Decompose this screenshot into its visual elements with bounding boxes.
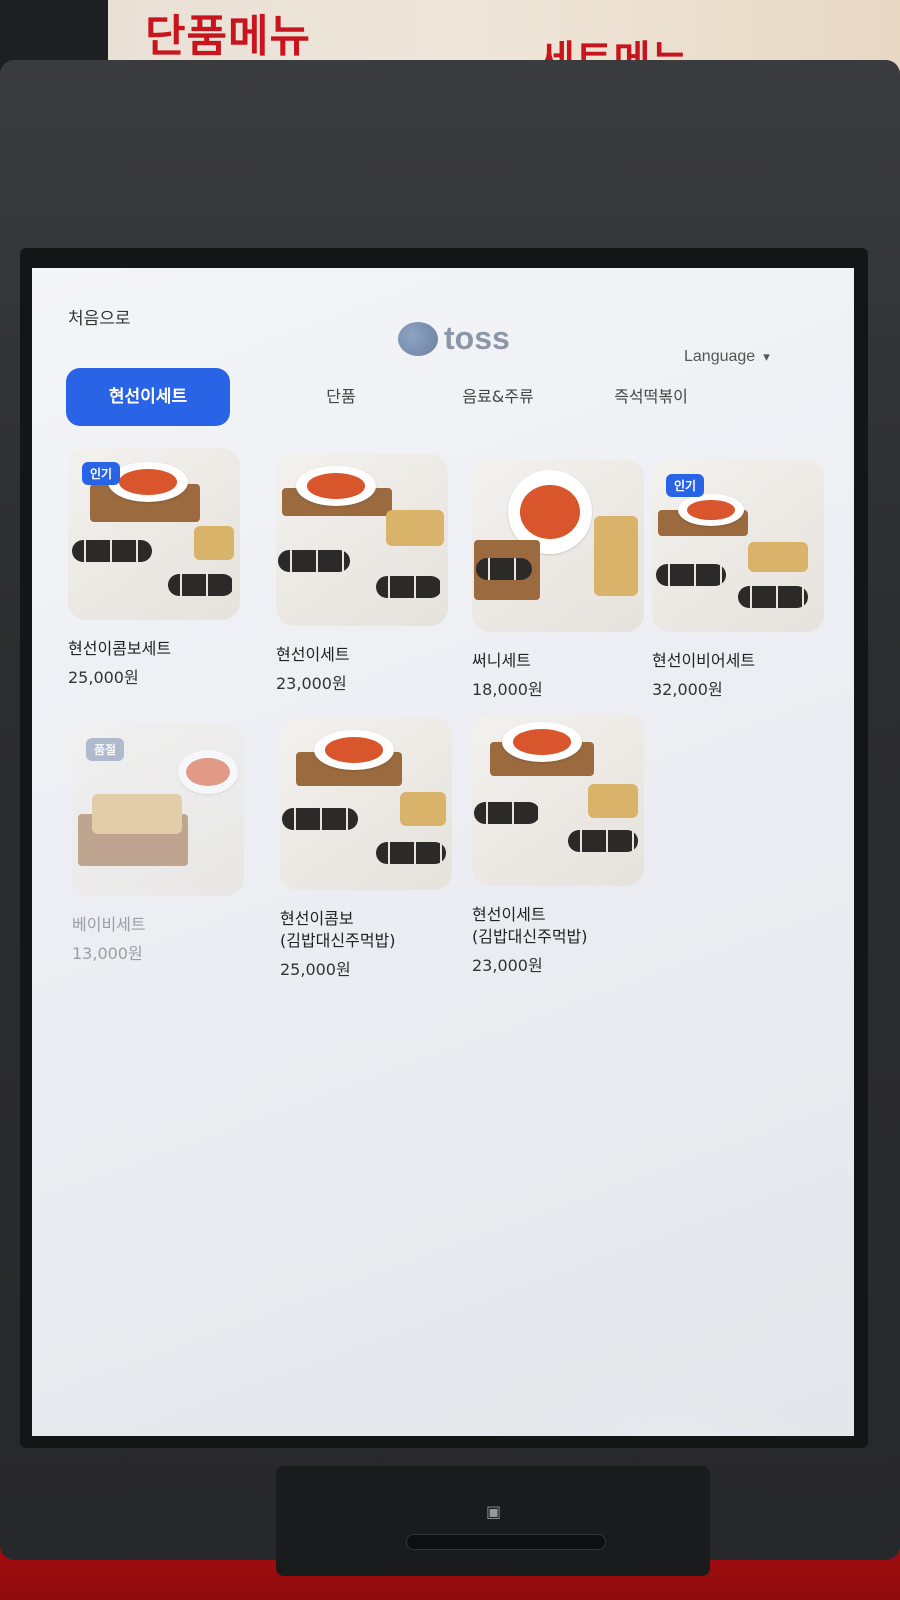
menu-item-card[interactable]: 현선이세트 (김밥대신주먹밥) 23,000원 <box>472 714 644 976</box>
brand-name: toss <box>444 320 510 356</box>
menu-item-image <box>280 718 452 890</box>
menu-item-name: 현선이세트 <box>276 645 350 664</box>
menu-item-price: 13,000원 <box>72 944 143 963</box>
menu-item-price: 18,000원 <box>472 680 543 699</box>
signage-single-menu: 단품메뉴 <box>145 11 311 62</box>
menu-item-card[interactable]: 현선이세트 23,000원 <box>276 454 448 694</box>
menu-item-name: 현선이콤보세트 <box>68 639 172 658</box>
menu-item-card[interactable]: 인기 현선이비어세트 32,000원 <box>652 460 824 700</box>
menu-item-image <box>472 714 644 886</box>
tab-single[interactable]: 단품 <box>286 368 396 426</box>
menu-item-price: 23,000원 <box>276 674 347 693</box>
kiosk-screen: 처음으로 toss Language ▾ 현선이세트 단품 음료&주류 즉석떡볶… <box>32 268 854 1436</box>
tab-tteokbokki[interactable]: 즉석떡볶이 <box>586 368 716 426</box>
card-logo-icon: ▣ <box>486 1502 502 1521</box>
menu-item-card[interactable]: 인기 현선이콤보세트 25,000원 <box>68 448 240 688</box>
toss-logo-icon <box>398 321 438 356</box>
menu-item-price: 25,000원 <box>68 668 139 687</box>
chevron-down-icon: ▾ <box>763 349 770 364</box>
menu-item-price: 23,000원 <box>472 956 543 975</box>
popular-badge: 인기 <box>82 462 121 485</box>
menu-item-image <box>276 454 448 626</box>
soldout-badge: 품절 <box>86 738 125 761</box>
language-label: Language <box>684 348 756 365</box>
card-reader[interactable]: ▣ <box>276 1466 710 1576</box>
menu-item-card[interactable]: 현선이콤보 (김밥대신주먹밥) 25,000원 <box>280 718 452 980</box>
screen-glare <box>502 1388 854 1436</box>
tab-drinks[interactable]: 음료&주류 <box>438 368 558 426</box>
home-button[interactable]: 처음으로 <box>68 304 131 329</box>
category-tabs: 현선이세트 단품 음료&주류 즉석떡볶이 <box>66 368 826 428</box>
menu-item-image: 인기 <box>68 448 240 620</box>
menu-item-image: 품절 <box>72 724 244 896</box>
menu-item-name: 베이비세트 <box>72 915 146 934</box>
menu-item-name: 써니세트 <box>472 651 531 670</box>
menu-item-name: 현선이콤보 (김밥대신주먹밥) <box>280 909 396 950</box>
menu-item-name: 현선이세트 (김밥대신주먹밥) <box>472 905 588 946</box>
menu-item-price: 25,000원 <box>280 960 351 979</box>
brand-logo: toss <box>398 320 510 357</box>
tab-hyunsuni-set[interactable]: 현선이세트 <box>66 368 230 426</box>
language-selector[interactable]: Language ▾ <box>684 348 770 366</box>
menu-item-name: 현선이비어세트 <box>652 651 756 670</box>
menu-item-price: 32,000원 <box>652 680 723 699</box>
menu-item-card[interactable]: 써니세트 18,000원 <box>472 460 644 700</box>
popular-badge: 인기 <box>666 474 705 497</box>
menu-item-image: 인기 <box>652 460 824 632</box>
menu-item-image <box>472 460 644 632</box>
card-slot[interactable] <box>406 1534 606 1550</box>
menu-item-card[interactable]: 품절 베이비세트 13,000원 <box>72 724 244 964</box>
